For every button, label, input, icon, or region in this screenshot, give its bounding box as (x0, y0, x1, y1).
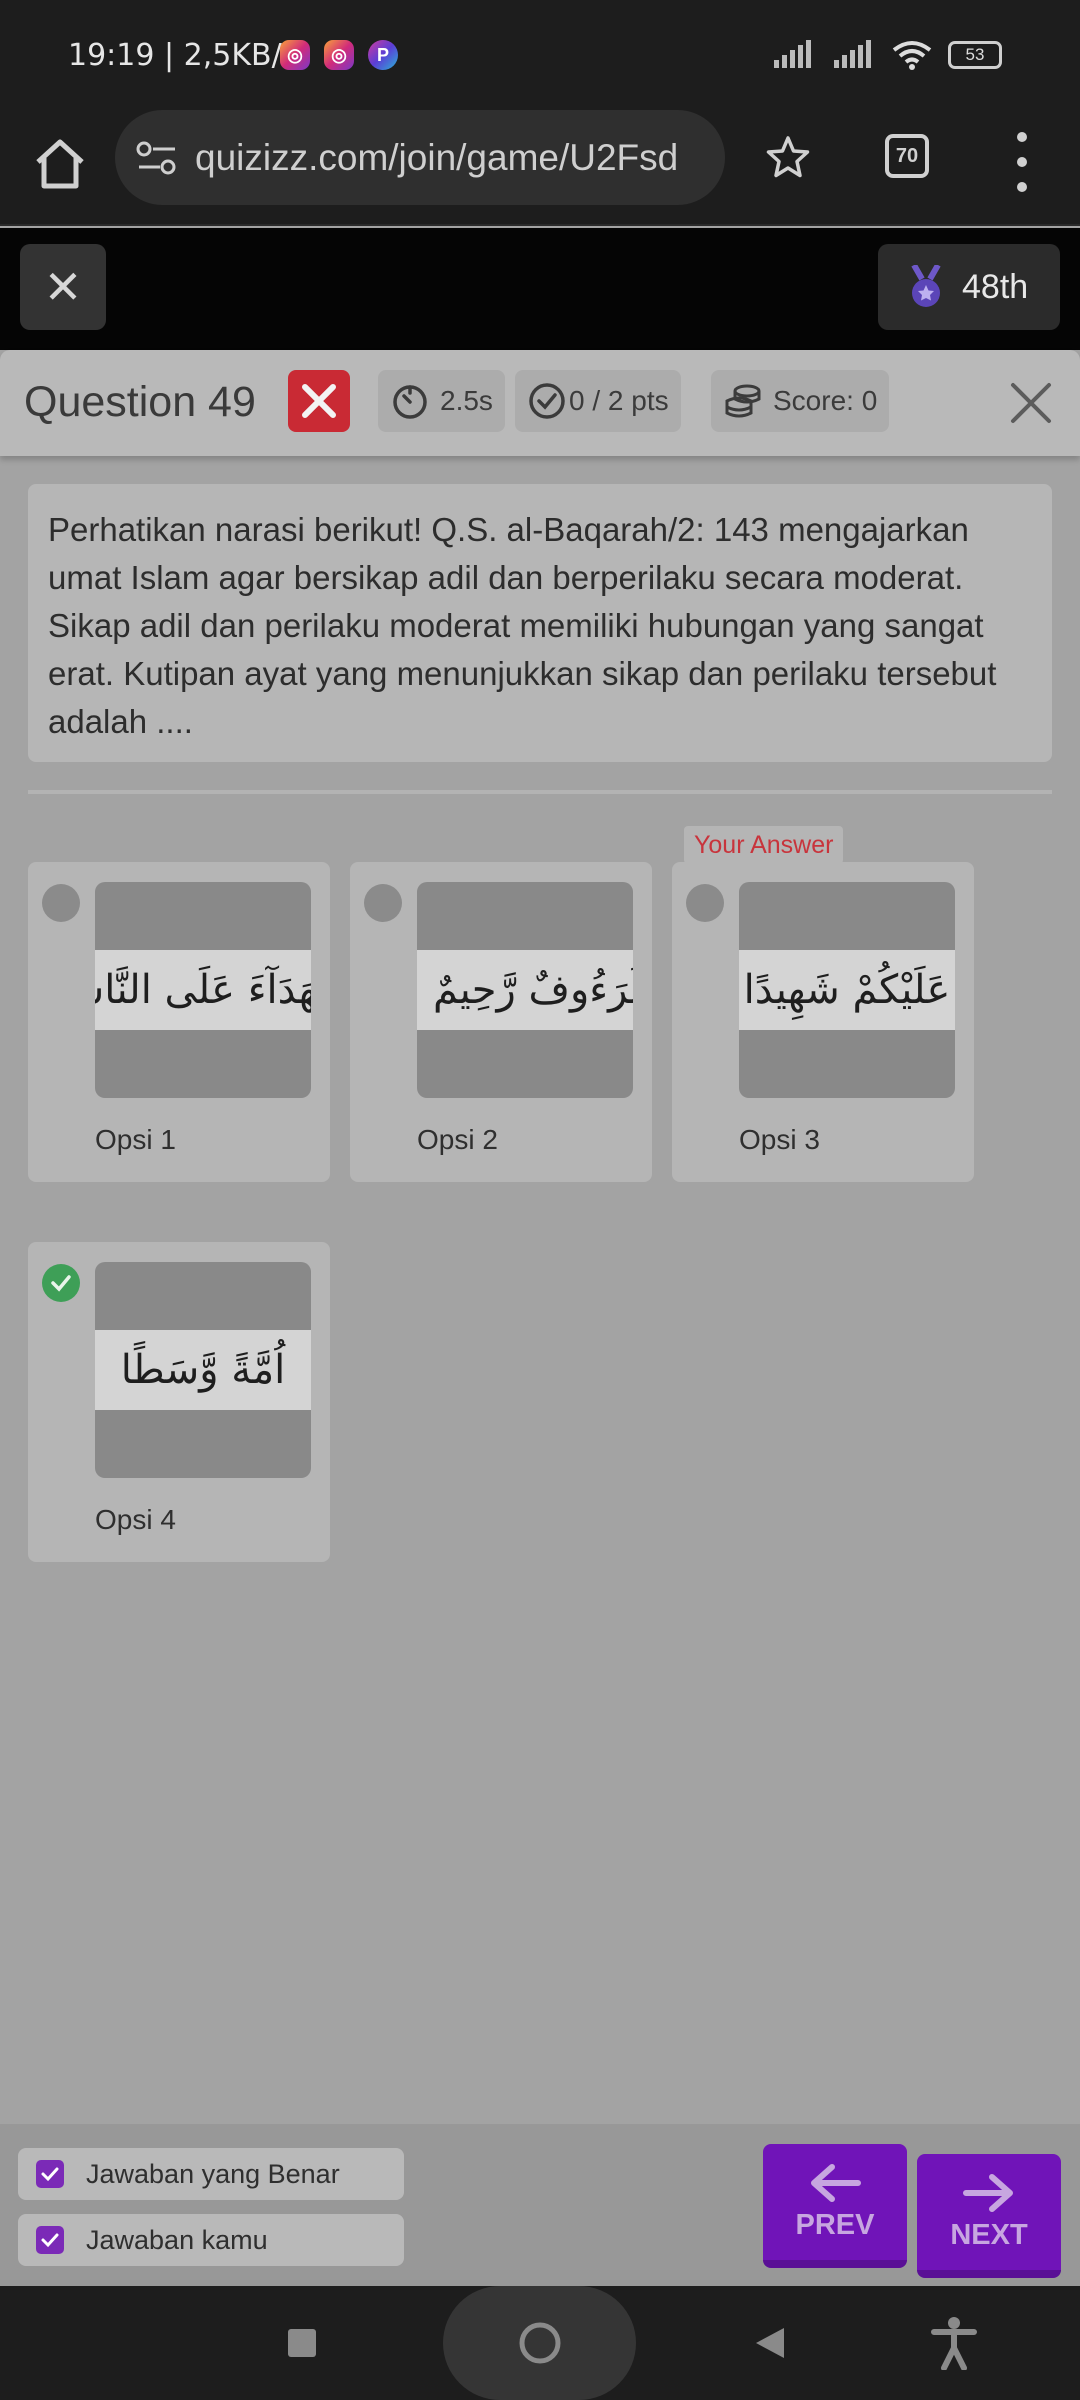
answer-option-1[interactable]: شُهَدَآءَ عَلَى النَّاسِ Opsi 1 (28, 862, 330, 1182)
status-time: 19:19 | 2,5KB/d (68, 38, 301, 73)
timer-icon (393, 385, 427, 419)
exit-game-button[interactable]: ✕ (20, 244, 106, 330)
bookmark-star-icon[interactable] (764, 134, 812, 182)
question-text: Perhatikan narasi berikut! Q.S. al-Baqar… (28, 484, 1052, 762)
option-arabic-text: عَلَيْكُمْ شَهِيدًا (739, 950, 955, 1030)
incorrect-x-icon (302, 384, 336, 418)
option-label: Opsi 1 (95, 1124, 176, 1155)
option-radio[interactable] (686, 884, 724, 922)
review-footer: Jawaban yang Benar Jawaban kamu PREV NEX… (0, 2124, 1080, 2286)
home-nav-button[interactable] (443, 2286, 636, 2400)
checkbox-label: Jawaban yang Benar (86, 2158, 340, 2189)
rank-badge: 48th (878, 244, 1060, 330)
close-icon[interactable] (1008, 380, 1054, 426)
option-arabic-text: لَرَءُوفٌ رَّحِيمٌ . (417, 950, 633, 1030)
option-image: لَرَءُوفٌ رَّحِيمٌ . (417, 882, 633, 1098)
answer-option-3[interactable]: عَلَيْكُمْ شَهِيدًا Opsi 3 (672, 862, 974, 1182)
url-bar[interactable]: quizizz.com/join/game/U2Fsd (115, 110, 725, 205)
points-chip: 0 / 2 pts (515, 370, 681, 432)
status-bar: 19:19 | 2,5KB/d ◎ ◎ P 53 (0, 0, 1080, 110)
score-chip: Score: 0 (711, 370, 890, 432)
instagram-icon: ◎ (324, 40, 354, 70)
checkbox-label: Jawaban kamu (86, 2224, 268, 2255)
prev-label: PREV (795, 2208, 875, 2241)
question-title: Question 49 (24, 378, 256, 426)
points-value: 0 / 2 pts (569, 385, 669, 416)
accessibility-icon[interactable] (930, 2316, 978, 2370)
site-settings-icon[interactable] (135, 140, 179, 176)
option-label: Opsi 3 (739, 1124, 820, 1155)
picsart-icon: P (368, 40, 398, 70)
back-icon[interactable] (754, 2326, 786, 2360)
signal-icon (834, 40, 871, 68)
recents-icon[interactable] (288, 2329, 316, 2357)
show-your-answer-checkbox[interactable]: Jawaban kamu (18, 2214, 404, 2266)
instagram-icon: ◎ (280, 40, 310, 70)
option-arabic-text: شُهَدَآءَ عَلَى النَّاسِ (95, 950, 311, 1030)
tab-switcher-button[interactable]: 70 (885, 134, 929, 178)
option-radio[interactable] (364, 884, 402, 922)
arrow-right-icon (963, 2173, 1013, 2212)
medal-icon (911, 265, 941, 307)
next-label: NEXT (950, 2218, 1028, 2251)
battery-icon: 53 (948, 41, 1002, 69)
option-arabic-text: اُمَّةً وَّسَطًا (95, 1330, 311, 1410)
arrow-left-icon (811, 2163, 861, 2202)
notification-icons: ◎ ◎ P (280, 40, 398, 70)
correct-check-icon[interactable] (42, 1264, 80, 1302)
option-label: Opsi 4 (95, 1504, 176, 1535)
option-radio[interactable] (42, 884, 80, 922)
rank-text: 48th (962, 267, 1029, 306)
next-button[interactable]: NEXT (917, 2154, 1061, 2278)
url-text: quizizz.com/join/game/U2Fsd (195, 136, 679, 178)
option-image: عَلَيْكُمْ شَهِيدًا (739, 882, 955, 1098)
option-image: شُهَدَآءَ عَلَى النَّاسِ (95, 882, 311, 1098)
time-chip: 2.5s (378, 370, 505, 432)
signal-icon (774, 40, 811, 68)
option-label: Opsi 2 (417, 1124, 498, 1155)
score-value: Score: 0 (773, 385, 878, 416)
incorrect-badge (288, 370, 350, 432)
home-icon[interactable] (30, 134, 90, 194)
question-header: Question 49 2.5s 0 / 2 pts Score: 0 (0, 350, 1080, 456)
check-circle-icon (529, 383, 565, 419)
home-circle-icon (519, 2322, 560, 2364)
option-image: اُمَّةً وَّسَطًا (95, 1262, 311, 1478)
wifi-icon (892, 41, 932, 70)
status-right: 53 (772, 40, 1002, 70)
divider (28, 790, 1052, 794)
answer-option-4[interactable]: اُمَّةً وَّسَطًا Opsi 4 (28, 1242, 330, 1562)
time-value: 2.5s (440, 385, 493, 416)
coins-icon (725, 384, 761, 418)
your-answer-label: Your Answer (684, 826, 844, 864)
prev-button[interactable]: PREV (763, 2144, 907, 2268)
game-bar: ✕ 48th (0, 228, 1080, 350)
checkbox-checked-icon[interactable] (36, 2160, 64, 2188)
browser-menu-icon[interactable] (1010, 132, 1034, 192)
android-nav-bar (0, 2286, 1080, 2400)
show-correct-answer-checkbox[interactable]: Jawaban yang Benar (18, 2148, 404, 2200)
browser-toolbar: quizizz.com/join/game/U2Fsd 70 (0, 110, 1080, 226)
checkbox-checked-icon[interactable] (36, 2226, 64, 2254)
answer-option-2[interactable]: لَرَءُوفٌ رَّحِيمٌ . Opsi 2 (350, 862, 652, 1182)
